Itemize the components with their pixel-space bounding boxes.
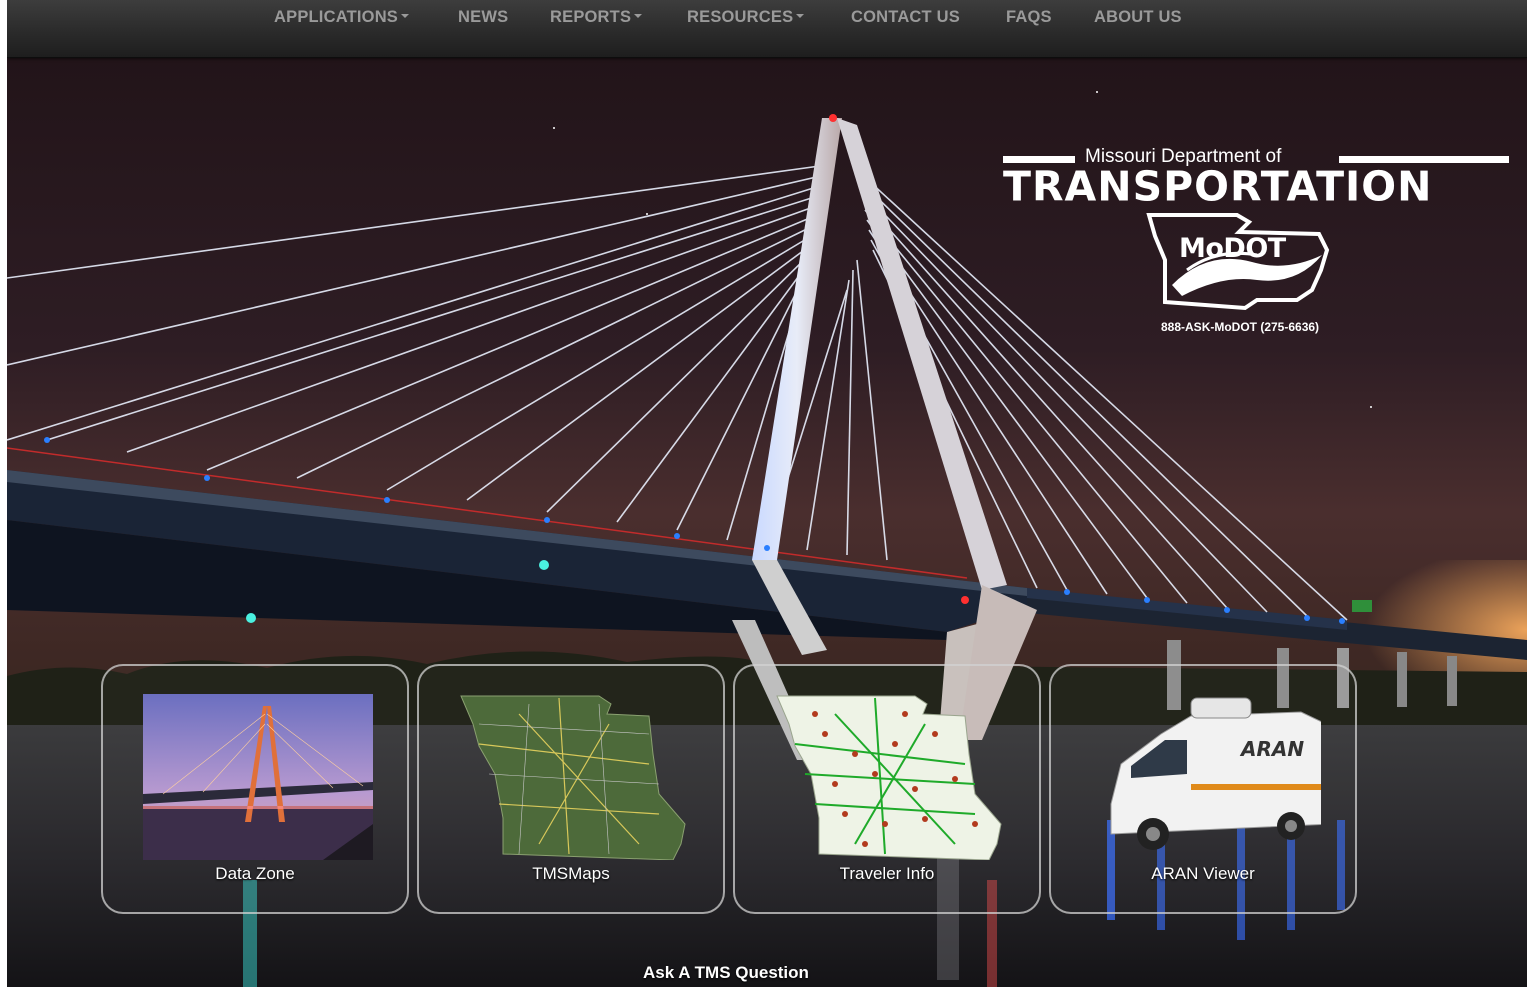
- chevron-down-icon: [401, 13, 410, 18]
- tile-traveler-info-label: Traveler Info: [839, 864, 935, 883]
- tile-data-zone-label: Data Zone: [215, 864, 295, 883]
- nav-faqs-label: FAQS: [1006, 8, 1052, 26]
- nav-contact-us[interactable]: CONTACT US: [851, 8, 960, 27]
- nav-applications-label: APPLICATIONS: [274, 8, 399, 26]
- nav-news-label: NEWS: [458, 8, 509, 26]
- ask-tms-question-link[interactable]: Ask A TMS Question: [643, 963, 809, 983]
- nav-news[interactable]: NEWS: [458, 8, 508, 27]
- missouri-satellite-map-icon: [460, 695, 686, 860]
- chevron-down-icon: [634, 13, 643, 18]
- nav-contact-us-label: CONTACT US: [851, 8, 960, 26]
- bridge-photo-icon: [143, 694, 373, 860]
- nav-resources-label: RESOURCES: [687, 8, 794, 26]
- nav-applications[interactable]: APPLICATIONS: [274, 8, 410, 27]
- nav-faqs[interactable]: FAQS: [1006, 8, 1052, 27]
- nav-reports[interactable]: REPORTS: [550, 8, 643, 27]
- tile-data-zone[interactable]: Data Zone: [101, 664, 409, 914]
- missouri-traffic-map-icon: [776, 695, 1002, 860]
- nav-resources[interactable]: RESOURCES: [687, 8, 805, 27]
- nav-about-us[interactable]: ABOUT US: [1094, 8, 1182, 27]
- top-navbar: APPLICATIONS NEWS REPORTS RESOURCES CONT…: [7, 0, 1527, 58]
- tile-tmsmaps[interactable]: TMSMaps: [417, 664, 725, 914]
- tile-traveler-info[interactable]: Traveler Info: [733, 664, 1041, 914]
- nav-reports-label: REPORTS: [550, 8, 632, 26]
- page-frame: APPLICATIONS NEWS REPORTS RESOURCES CONT…: [7, 0, 1527, 987]
- tile-aran-viewer[interactable]: ARAN ARAN Viewer: [1049, 664, 1357, 914]
- svg-text:ARAN: ARAN: [1239, 737, 1304, 761]
- tile-aran-viewer-label: ARAN Viewer: [1151, 864, 1255, 883]
- tile-tmsmaps-label: TMSMaps: [532, 864, 610, 883]
- chevron-down-icon: [796, 13, 805, 18]
- nav-about-us-label: ABOUT US: [1094, 8, 1182, 26]
- aran-van-icon: ARAN: [1110, 697, 1321, 850]
